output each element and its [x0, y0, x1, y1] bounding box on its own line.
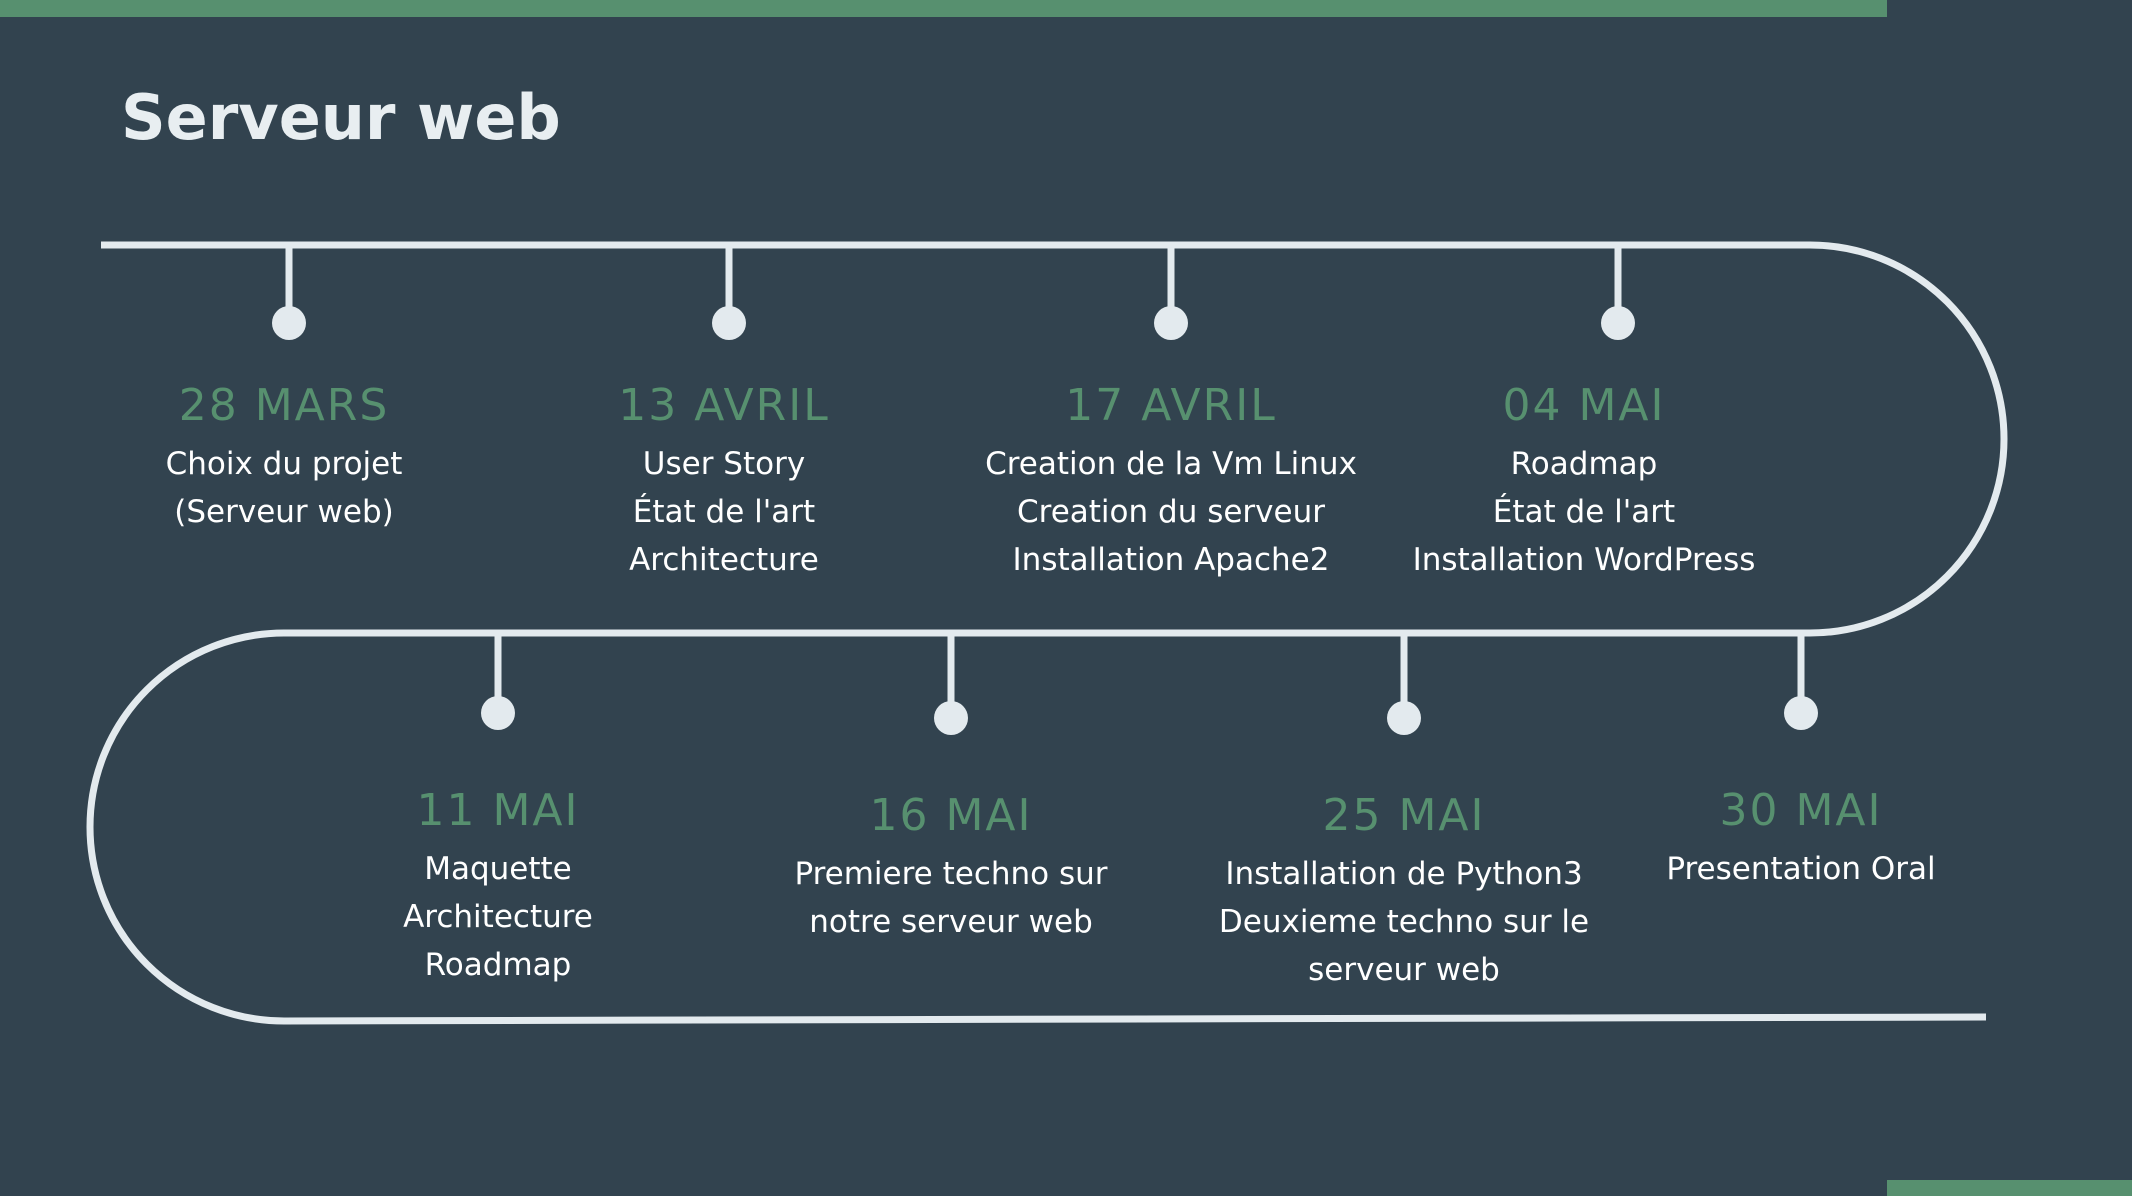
- milestone-date: 25 MAI: [1322, 790, 1486, 841]
- milestone-date: 13 AVRIL: [618, 380, 830, 431]
- milestone-5: 11 MAI Maquette Architecture Roadmap: [288, 785, 708, 989]
- milestone-detail: Presentation Oral: [1666, 851, 1936, 887]
- milestone-detail: État de l'art: [1492, 494, 1676, 530]
- milestone-marker-2: [712, 245, 746, 340]
- milestone-marker-4: [1601, 245, 1635, 340]
- milestone-date: 11 MAI: [416, 785, 580, 836]
- milestone-detail: Premiere techno sur: [794, 856, 1108, 892]
- timeline-track: [86, 241, 2008, 1025]
- milestone-detail: Architecture: [629, 542, 819, 578]
- milestone-detail: Creation du serveur: [1017, 494, 1325, 530]
- milestone-date: 16 MAI: [869, 790, 1033, 841]
- milestone-detail: serveur web: [1308, 952, 1500, 988]
- milestone-6: 16 MAI Premiere techno sur notre serveur…: [741, 790, 1161, 946]
- milestone-detail: Choix du projet: [165, 446, 403, 482]
- milestone-detail: Roadmap: [424, 947, 572, 983]
- milestone-detail: Roadmap: [1510, 446, 1658, 482]
- milestone-detail: Deuxieme techno sur le: [1218, 904, 1590, 940]
- milestone-marker-8: [1784, 633, 1818, 730]
- milestone-7: 25 MAI Installation de Python3 Deuxieme …: [1194, 790, 1614, 994]
- milestone-marker-3: [1154, 245, 1188, 340]
- milestone-marker-6: [934, 633, 968, 735]
- milestone-marker-1: [272, 245, 306, 340]
- milestone-detail: Installation de Python3: [1225, 856, 1583, 892]
- milestone-date: 30 MAI: [1719, 785, 1883, 836]
- milestone-date: 17 AVRIL: [1065, 380, 1277, 431]
- milestone-4: 04 MAI Roadmap État de l'art Installatio…: [1374, 380, 1794, 584]
- milestone-detail: (Serveur web): [174, 494, 394, 530]
- milestone-date: 04 MAI: [1502, 380, 1666, 431]
- milestone-date: 28 MARS: [178, 380, 390, 431]
- milestone-detail: Creation de la Vm Linux: [985, 446, 1357, 482]
- milestone-detail: notre serveur web: [809, 904, 1093, 940]
- milestone-2: 13 AVRIL User Story État de l'art Archit…: [514, 380, 934, 584]
- milestone-detail: État de l'art: [632, 494, 816, 530]
- milestone-marker-5: [481, 633, 515, 730]
- milestone-1: 28 MARS Choix du projet (Serveur web): [74, 380, 494, 536]
- milestone-detail: Installation Apache2: [1012, 542, 1330, 578]
- milestone-detail: User Story: [642, 446, 806, 482]
- milestone-detail: Architecture: [403, 899, 593, 935]
- milestone-detail: Maquette: [424, 851, 572, 887]
- milestone-marker-7: [1387, 633, 1421, 735]
- timeline-slide: Serveur web 28 MARS Choix du projet (Ser…: [0, 0, 2132, 1196]
- milestone-3: 17 AVRIL Creation de la Vm Linux Creatio…: [961, 380, 1381, 584]
- milestone-detail: Installation WordPress: [1412, 542, 1756, 578]
- milestone-8: 30 MAI Presentation Oral: [1591, 785, 2011, 893]
